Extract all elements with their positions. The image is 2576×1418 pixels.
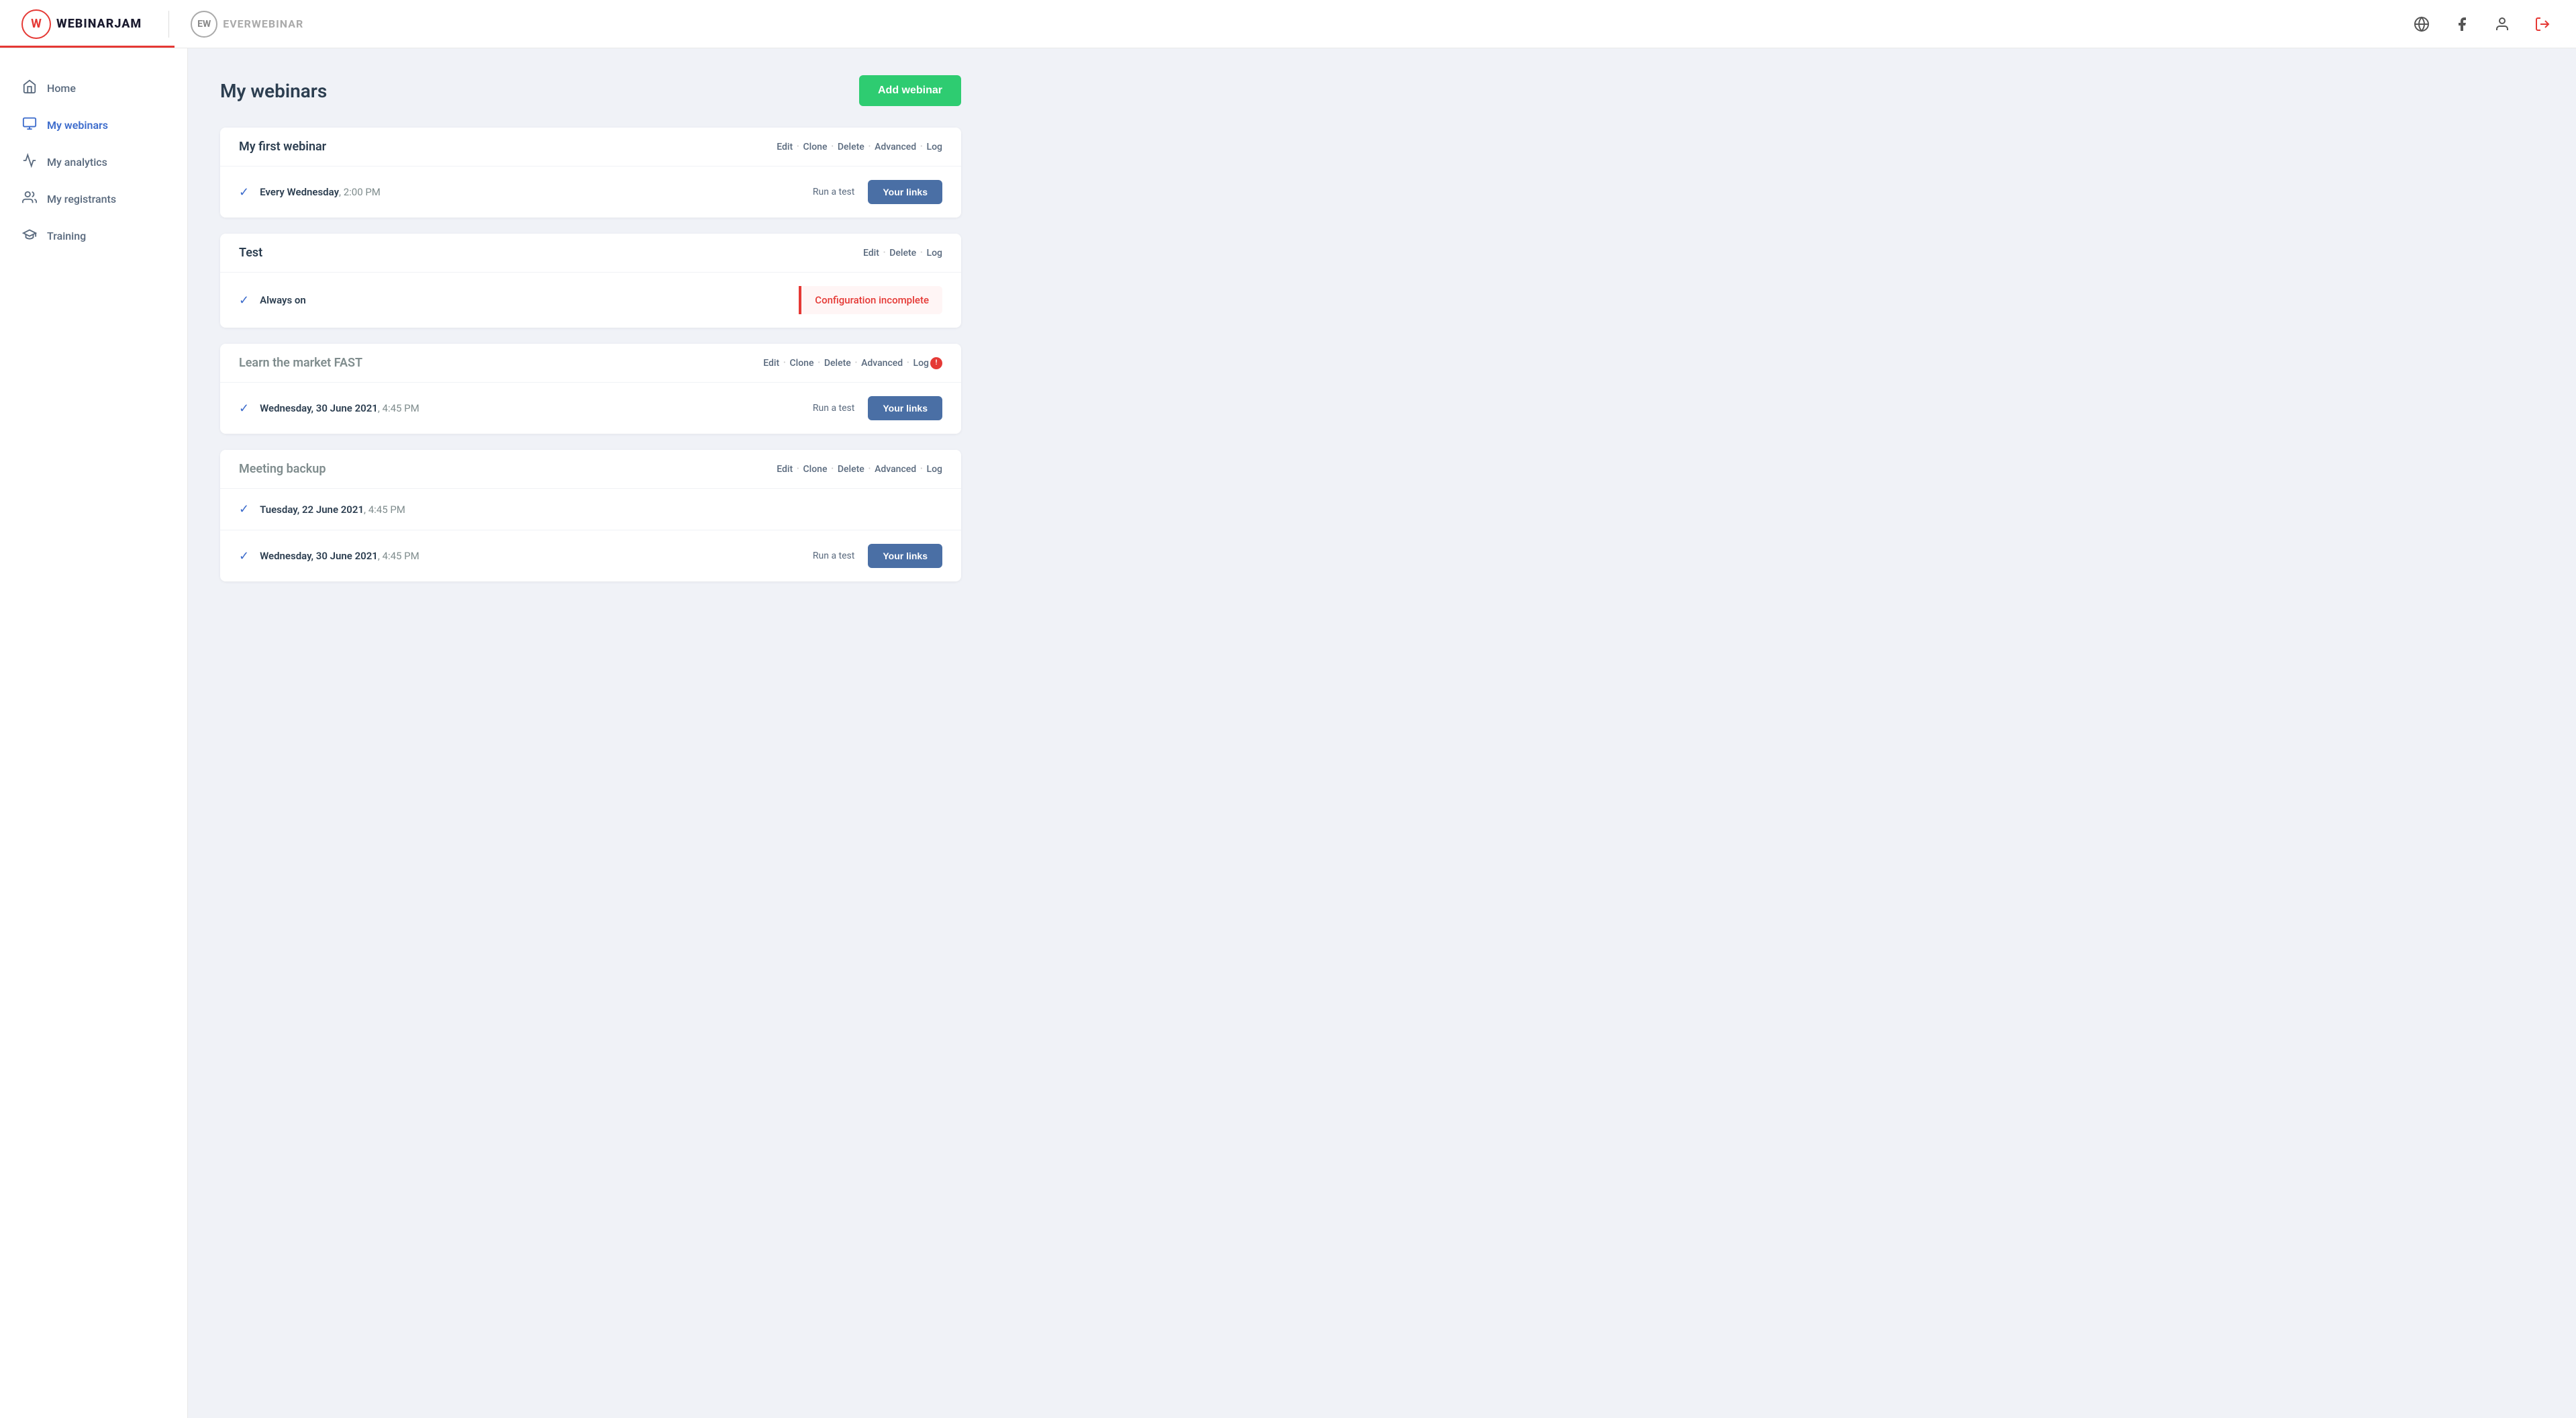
webinar-row-meeting-backup-0: ✓ Tuesday, 22 June 2021, 4:45 PM — [220, 489, 961, 530]
webinar-schedule-learn-market-0: Wednesday, 30 June 2021, 4:45 PM — [260, 402, 419, 414]
main-content: My webinars Add webinar My first webinar… — [188, 48, 993, 1418]
your-links-learn-market-button[interactable]: Your links — [868, 396, 942, 420]
webinar-actions-meeting-backup: Edit • Clone • Delete • Advanced • Log — [777, 464, 942, 475]
check-icon-test-0: ✓ — [239, 293, 249, 308]
webinar-card-meeting-backup: Meeting backup Edit • Clone • Delete • A… — [220, 450, 961, 581]
analytics-icon — [21, 153, 38, 171]
webinar-card-learn-market: Learn the market FAST Edit • Clone • Del… — [220, 344, 961, 434]
header-right — [2410, 12, 2555, 36]
app-body: Home My webinars My analytics My registr… — [0, 48, 2576, 1418]
delete-first-webinar-button[interactable]: Delete — [838, 142, 864, 152]
ew-logo-circle: EW — [191, 11, 217, 38]
webinar-row-learn-market-0: ✓ Wednesday, 30 June 2021, 4:45 PM Run a… — [220, 383, 961, 434]
everwebinar-logo[interactable]: EW EVERWEBINAR — [168, 11, 303, 38]
add-webinar-button[interactable]: Add webinar — [859, 75, 961, 106]
advanced-first-webinar-button[interactable]: Advanced — [875, 142, 916, 152]
edit-learn-market-button[interactable]: Edit — [763, 358, 779, 369]
advanced-meeting-backup-button[interactable]: Advanced — [875, 464, 916, 475]
config-incomplete-test: Configuration incomplete — [799, 286, 942, 314]
header-underline — [0, 46, 175, 48]
delete-meeting-backup-button[interactable]: Delete — [838, 464, 864, 475]
training-icon — [21, 227, 38, 245]
sidebar-item-home[interactable]: Home — [0, 70, 187, 107]
facebook-icon[interactable] — [2450, 12, 2474, 36]
home-icon — [21, 79, 38, 97]
user-icon[interactable] — [2490, 12, 2514, 36]
webinar-actions-learn-market: Edit • Clone • Delete • Advanced • Log ! — [763, 357, 942, 369]
webinar-title-test: Test — [239, 246, 262, 260]
header: W WEBINARJAM EW EVERWEBINAR — [0, 0, 2576, 48]
sidebar-item-my-webinars-label: My webinars — [47, 119, 108, 132]
delete-test-button[interactable]: Delete — [889, 248, 916, 258]
your-links-meeting-backup-button[interactable]: Your links — [868, 544, 942, 568]
log-first-webinar-button[interactable]: Log — [927, 142, 942, 152]
page-title: My webinars — [220, 80, 327, 102]
webinar-schedule-first-webinar-0: Every Wednesday, 2:00 PM — [260, 186, 381, 198]
webinar-header-first-webinar: My first webinar Edit • Clone • Delete •… — [220, 128, 961, 167]
sidebar-item-my-registrants[interactable]: My registrants — [0, 181, 187, 218]
logout-icon[interactable] — [2530, 12, 2555, 36]
delete-learn-market-button[interactable]: Delete — [824, 358, 851, 369]
sidebar-item-my-analytics[interactable]: My analytics — [0, 144, 187, 181]
webinar-actions-first-webinar: Edit • Clone • Delete • Advanced • Log — [777, 142, 942, 152]
webinar-schedule-test-0: Always on — [260, 294, 306, 306]
webinar-title-meeting-backup: Meeting backup — [239, 462, 326, 476]
webinar-schedule-meeting-backup-0: Tuesday, 22 June 2021, 4:45 PM — [260, 504, 405, 516]
sidebar-item-my-registrants-label: My registrants — [47, 193, 116, 205]
config-incomplete-text-test: Configuration incomplete — [815, 294, 929, 306]
webinar-title-learn-market: Learn the market FAST — [239, 356, 362, 370]
webinar-header-meeting-backup: Meeting backup Edit • Clone • Delete • A… — [220, 450, 961, 489]
webinar-title-first-webinar: My first webinar — [239, 140, 326, 154]
run-test-meeting-backup-button[interactable]: Run a test — [813, 551, 854, 561]
webinarjam-logo[interactable]: W WEBINARJAM — [21, 9, 142, 39]
sidebar-item-training[interactable]: Training — [0, 218, 187, 254]
check-icon-learn-market-0: ✓ — [239, 401, 249, 416]
sidebar-item-my-analytics-label: My analytics — [47, 156, 107, 169]
page-header: My webinars Add webinar — [220, 75, 961, 106]
webinar-row-meeting-backup-1: ✓ Wednesday, 30 June 2021, 4:45 PM Run a… — [220, 530, 961, 581]
your-links-first-webinar-button[interactable]: Your links — [868, 180, 942, 204]
check-icon-meeting-backup-1: ✓ — [239, 549, 249, 563]
edit-test-button[interactable]: Edit — [863, 248, 879, 258]
webinar-schedule-meeting-backup-1: Wednesday, 30 June 2021, 4:45 PM — [260, 550, 419, 562]
sidebar-item-home-label: Home — [47, 82, 76, 95]
notification-badge-learn-market: ! — [930, 357, 942, 369]
edit-first-webinar-button[interactable]: Edit — [777, 142, 793, 152]
wj-logo-circle: W — [21, 9, 51, 39]
ew-logo-text: EVERWEBINAR — [223, 17, 303, 30]
advanced-learn-market-button[interactable]: Advanced — [861, 358, 903, 369]
webinar-row-test-0: ✓ Always on Configuration incomplete — [220, 273, 961, 328]
sidebar-item-my-webinars[interactable]: My webinars — [0, 107, 187, 144]
check-icon-first-webinar-0: ✓ — [239, 185, 249, 199]
clone-meeting-backup-button[interactable]: Clone — [803, 464, 828, 475]
webinar-card-first-webinar: My first webinar Edit • Clone • Delete •… — [220, 128, 961, 218]
globe-icon[interactable] — [2410, 12, 2434, 36]
registrants-icon — [21, 190, 38, 208]
clone-first-webinar-button[interactable]: Clone — [803, 142, 828, 152]
my-webinars-icon — [21, 116, 38, 134]
clone-learn-market-button[interactable]: Clone — [790, 358, 814, 369]
log-test-button[interactable]: Log — [927, 248, 942, 258]
log-meeting-backup-button[interactable]: Log — [927, 464, 942, 475]
webinar-header-learn-market: Learn the market FAST Edit • Clone • Del… — [220, 344, 961, 383]
webinar-header-test: Test Edit • Delete • Log — [220, 234, 961, 273]
run-test-first-webinar-button[interactable]: Run a test — [813, 187, 854, 197]
log-learn-market-button[interactable]: Log — [913, 358, 929, 369]
webinar-card-test: Test Edit • Delete • Log ✓ Always on — [220, 234, 961, 328]
sidebar-item-training-label: Training — [47, 230, 86, 242]
sidebar: Home My webinars My analytics My registr… — [0, 48, 188, 1418]
webinar-actions-test: Edit • Delete • Log — [863, 248, 942, 258]
wj-logo-text: WEBINARJAM — [56, 17, 142, 31]
check-icon-meeting-backup-0: ✓ — [239, 502, 249, 516]
run-test-learn-market-button[interactable]: Run a test — [813, 403, 854, 414]
edit-meeting-backup-button[interactable]: Edit — [777, 464, 793, 475]
webinar-row-first-webinar-0: ✓ Every Wednesday, 2:00 PM Run a test Yo… — [220, 167, 961, 218]
